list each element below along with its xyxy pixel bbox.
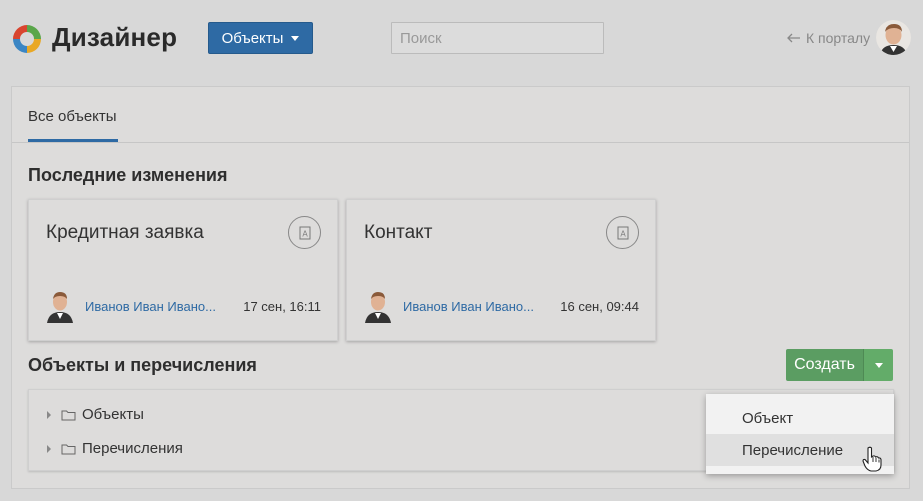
- tab-divider: [12, 142, 909, 143]
- svg-text:A: A: [620, 229, 626, 238]
- document-icon: A: [288, 216, 321, 249]
- portal-link-label: К порталу: [806, 30, 871, 46]
- objects-section-title: Объекты и перечисления: [28, 355, 257, 375]
- user-avatar-icon: [876, 20, 911, 55]
- create-button-group: Создать: [786, 349, 893, 381]
- expand-arrow-icon[interactable]: [47, 410, 51, 419]
- card-title: Кредитная заявка: [46, 222, 204, 243]
- author-avatar: [365, 292, 391, 323]
- svg-text:A: A: [302, 229, 308, 238]
- app-title: Дизайнер: [52, 22, 178, 52]
- header: Дизайнер Объекты К порталу: [0, 0, 923, 78]
- card-author-link[interactable]: Иванов Иван Ивано...: [85, 299, 216, 314]
- recent-changes-title: Последние изменения: [28, 165, 228, 185]
- expand-arrow-icon[interactable]: [47, 444, 51, 453]
- recent-card[interactable]: Контакт A Иванов Иван Ивано... 16 сен, 0…: [346, 199, 656, 341]
- logo-icon: [13, 25, 41, 53]
- objects-dropdown-button[interactable]: Объекты: [208, 22, 313, 54]
- arrow-left-icon: [787, 33, 800, 43]
- tab-all-objects[interactable]: Все объекты: [28, 108, 117, 125]
- menu-item-object[interactable]: Объект: [706, 402, 894, 434]
- create-dropdown-toggle[interactable]: [863, 349, 893, 381]
- chevron-down-icon: [874, 362, 883, 368]
- tree-item-label: Перечисления: [82, 440, 183, 457]
- portal-link[interactable]: К порталу: [787, 30, 870, 46]
- objects-button-label: Объекты: [221, 29, 284, 47]
- hand-cursor-icon: [862, 446, 882, 472]
- card-date: 16 сен, 09:44: [560, 299, 639, 314]
- recent-card[interactable]: Кредитная заявка A Иванов Иван Ивано... …: [28, 199, 338, 341]
- card-author-link[interactable]: Иванов Иван Ивано...: [403, 299, 534, 314]
- document-icon: A: [606, 216, 639, 249]
- folder-icon: [61, 410, 76, 420]
- user-avatar[interactable]: [876, 20, 911, 55]
- folder-icon: [61, 444, 76, 454]
- author-avatar: [47, 292, 73, 323]
- tree-item-enumerations[interactable]: Перечисления: [47, 440, 183, 457]
- tree-item-objects[interactable]: Объекты: [47, 406, 144, 423]
- card-title: Контакт: [364, 222, 433, 243]
- search-input[interactable]: [391, 22, 604, 54]
- chevron-down-icon: [291, 35, 300, 41]
- create-button[interactable]: Создать: [786, 349, 863, 381]
- tree-item-label: Объекты: [82, 406, 144, 423]
- card-date: 17 сен, 16:11: [243, 299, 321, 314]
